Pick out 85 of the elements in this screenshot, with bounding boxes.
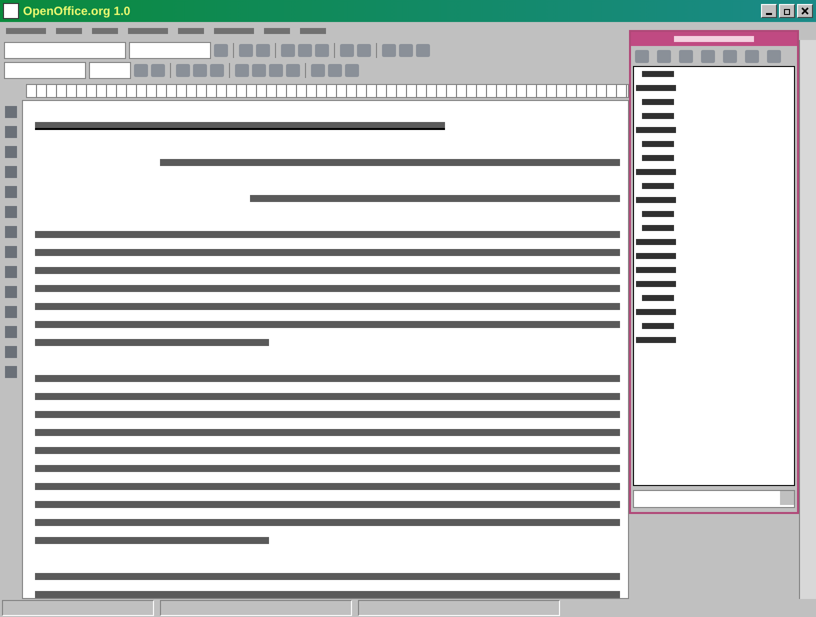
menu-item[interactable] — [56, 28, 82, 34]
toolbar-icon[interactable] — [5, 266, 17, 278]
toolbar-icon[interactable] — [5, 106, 17, 118]
restore-button[interactable] — [779, 4, 795, 18]
style-list-item[interactable] — [642, 323, 674, 329]
toolbar-icon[interactable] — [723, 50, 737, 62]
toolbar-icon[interactable] — [134, 64, 148, 76]
toolbar-icon[interactable] — [210, 64, 224, 76]
toolbar-icon[interactable] — [357, 44, 371, 56]
toolbar-icon[interactable] — [767, 50, 781, 62]
style-list-item[interactable] — [642, 225, 674, 231]
style-list-item[interactable] — [636, 127, 676, 133]
font-name-dropdown[interactable] — [4, 62, 86, 78]
toolbar-icon[interactable] — [286, 64, 300, 76]
toolbar-icon[interactable] — [328, 64, 342, 76]
menu-item[interactable] — [6, 28, 46, 34]
toolbar-icon[interactable] — [657, 50, 671, 62]
toolbar-icon[interactable] — [193, 64, 207, 76]
close-button[interactable] — [797, 4, 813, 18]
style-filter-dropdown[interactable] — [633, 490, 795, 508]
menu-item[interactable] — [178, 28, 204, 34]
style-list-item[interactable] — [636, 85, 676, 91]
style-list-item[interactable] — [642, 211, 674, 217]
toolbar-icon[interactable] — [382, 44, 396, 56]
toolbar-icon[interactable] — [5, 206, 17, 218]
toolbar-icon[interactable] — [340, 44, 354, 56]
menu-item[interactable] — [92, 28, 118, 34]
toolbar-icon[interactable] — [5, 306, 17, 318]
toolbar-icon[interactable] — [416, 44, 430, 56]
toolbar-icon[interactable] — [5, 126, 17, 138]
toolbar-icon[interactable] — [5, 226, 17, 238]
toolbar-icon[interactable] — [5, 346, 17, 358]
menu-item[interactable] — [300, 28, 326, 34]
toolbar-icon[interactable] — [298, 44, 312, 56]
style-list-item[interactable] — [636, 169, 676, 175]
menu-item[interactable] — [128, 28, 168, 34]
style-list-item[interactable] — [642, 71, 674, 77]
toolbar-icon[interactable] — [214, 44, 228, 56]
toolbar-icon[interactable] — [345, 64, 359, 76]
font-dropdown[interactable] — [129, 42, 211, 58]
toolbar-icon[interactable] — [635, 50, 649, 62]
close-icon — [801, 7, 809, 15]
toolbar-icon[interactable] — [176, 64, 190, 76]
toolbar-icon[interactable] — [311, 64, 325, 76]
menu-item[interactable] — [264, 28, 290, 34]
style-list-item[interactable] — [636, 197, 676, 203]
font-size-dropdown[interactable] — [89, 62, 131, 78]
toolbar-icon[interactable] — [281, 44, 295, 56]
toolbar-icon[interactable] — [745, 50, 759, 62]
toolbar-icon[interactable] — [5, 366, 17, 378]
style-list-item[interactable] — [642, 113, 674, 119]
toolbar-icon[interactable] — [252, 64, 266, 76]
document-icon — [3, 3, 19, 19]
style-list-item[interactable] — [642, 155, 674, 161]
window-title: OpenOffice.org 1.0 — [23, 4, 130, 18]
style-list-item[interactable] — [636, 239, 676, 245]
toolbar-icon[interactable] — [239, 44, 253, 56]
toolbar-icon[interactable] — [5, 286, 17, 298]
toolbar-icon[interactable] — [315, 44, 329, 56]
style-list-item[interactable] — [636, 267, 676, 273]
toolbar-icon[interactable] — [399, 44, 413, 56]
style-list-item[interactable] — [636, 337, 676, 343]
style-list-item[interactable] — [642, 141, 674, 147]
toolbar-icon[interactable] — [151, 64, 165, 76]
toolbar-icon[interactable] — [701, 50, 715, 62]
style-dropdown[interactable] — [4, 42, 126, 58]
toolbar-icon[interactable] — [235, 64, 249, 76]
style-list-item[interactable] — [642, 183, 674, 189]
menu-item[interactable] — [214, 28, 254, 34]
style-list-item[interactable] — [642, 295, 674, 301]
toolbar-icon[interactable] — [5, 326, 17, 338]
style-list-item[interactable] — [642, 99, 674, 105]
style-list-item[interactable] — [636, 309, 676, 315]
toolbar-icon[interactable] — [5, 146, 17, 158]
toolbar-icon[interactable] — [256, 44, 270, 56]
toolbar-icon[interactable] — [269, 64, 283, 76]
toolbar-icon[interactable] — [5, 166, 17, 178]
vertical-scrollbar[interactable] — [799, 40, 816, 599]
toolbar-icon[interactable] — [5, 246, 17, 258]
toolbar-icon[interactable] — [5, 186, 17, 198]
toolbar-icon[interactable] — [679, 50, 693, 62]
minimize-button[interactable] — [761, 4, 777, 18]
style-list-item[interactable] — [636, 253, 676, 259]
restore-icon — [783, 7, 791, 15]
style-list-item[interactable] — [636, 281, 676, 287]
